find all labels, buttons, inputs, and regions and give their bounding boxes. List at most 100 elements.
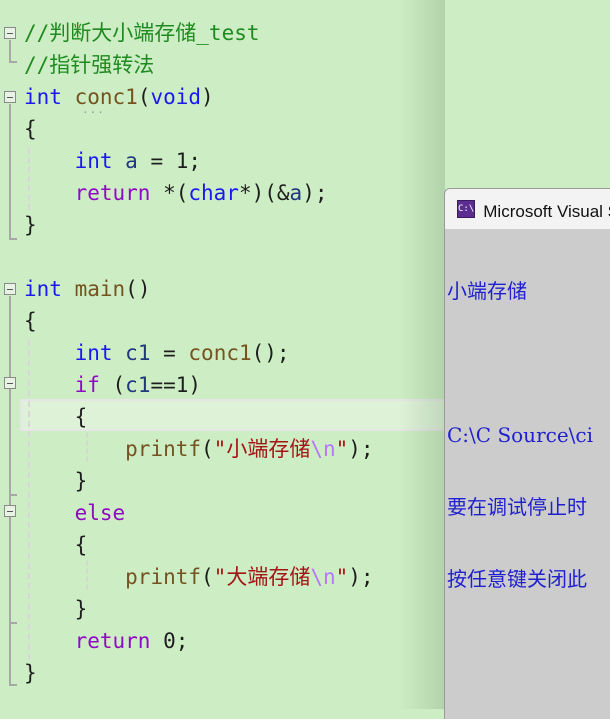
code-token: printf [125, 437, 202, 461]
code-token: a [125, 149, 138, 173]
code-token: { [24, 533, 88, 557]
code-token: ) [201, 85, 214, 109]
console-output: 小端存储 C:\C Source\ci 要在调试停止时 按任意键关闭此 [445, 229, 610, 639]
code-token: char [188, 181, 239, 205]
code-token: "大端存储 [213, 565, 311, 589]
code-line[interactable]: { [24, 401, 88, 433]
code-token: //指针强转法 [24, 53, 155, 77]
code-line[interactable]: return *(char*)(&a); [24, 177, 328, 209]
code-token: ( [99, 373, 126, 397]
collapse-if-icon[interactable] [4, 377, 16, 389]
collapse-main-icon[interactable] [4, 283, 16, 295]
code-token: { [24, 309, 37, 333]
code-token: int [24, 85, 62, 109]
code-token: a [289, 181, 303, 205]
code-token: = [150, 341, 189, 365]
console-line: C:\C Source\ci [447, 423, 593, 447]
collapse-comment-icon[interactable] [4, 27, 16, 39]
console-line: 按任意键关闭此 [447, 567, 587, 591]
console-app-icon: C:\ [457, 200, 476, 218]
code-line[interactable]: { [24, 305, 37, 337]
console-line: 要在调试停止时 [447, 495, 587, 519]
code-line[interactable]: printf("大端存储\n"); [24, 561, 373, 593]
code-token: *)(& [238, 181, 290, 205]
code-line[interactable]: } [24, 209, 37, 241]
code-token: ( [201, 565, 214, 589]
console-line: 小端存储 [447, 279, 527, 303]
outline-bar-end [9, 684, 17, 686]
code-token: ( [137, 85, 151, 109]
code-token: else [74, 501, 126, 525]
outline-bar-end [9, 61, 17, 63]
code-line[interactable]: //判断大小端存储_test [24, 17, 260, 49]
code-token: int [24, 277, 62, 301]
code-token: c1 [125, 341, 151, 365]
outline-bar [9, 296, 11, 686]
code-token: } [24, 469, 88, 493]
code-line[interactable]: if (c1==1) [24, 369, 201, 401]
code-token: main [74, 277, 126, 301]
code-line[interactable]: int c1 = conc1(); [24, 337, 290, 369]
code-token: return [74, 181, 151, 205]
code-token: return [74, 629, 151, 653]
code-token: int [74, 341, 113, 365]
code-token: } [24, 661, 37, 685]
code-token: { [24, 405, 88, 429]
code-token: *( [150, 181, 189, 205]
collapse-hint: ... [82, 103, 105, 116]
code-token: printf [125, 565, 202, 589]
code-token: c1 [125, 373, 151, 397]
outline-bar-end [9, 238, 17, 240]
outline-bar [9, 104, 11, 240]
code-token: ==1) [150, 373, 202, 397]
code-token: } [24, 597, 88, 621]
console-title: Microsoft Visual Studio 调试控制台 [483, 201, 610, 221]
outline-bar [9, 40, 11, 62]
code-token: ); [302, 181, 328, 205]
code-token: (); [251, 341, 290, 365]
debug-console-window[interactable]: C:\ Microsoft Visual Studio 调试控制台 小端存储 C… [444, 188, 610, 719]
code-token: int [74, 149, 113, 173]
code-line[interactable]: } [24, 593, 88, 625]
code-line[interactable]: { [24, 529, 88, 561]
outline-bar-end [9, 622, 17, 624]
outline-bar-end [9, 494, 17, 496]
code-line[interactable]: printf("小端存储\n"); [24, 433, 373, 465]
code-token: "小端存储 [213, 437, 311, 461]
code-line[interactable]: { [24, 113, 37, 145]
code-line[interactable]: else [24, 497, 126, 529]
code-line[interactable]: int a = 1; [24, 145, 201, 177]
code-token: () [125, 277, 151, 301]
collapse-else-icon[interactable] [4, 505, 16, 517]
code-token: { [24, 117, 37, 141]
code-token: 0; [150, 629, 189, 653]
code-token: ( [201, 437, 214, 461]
code-line[interactable]: } [24, 657, 37, 689]
window-shadow [330, 0, 445, 709]
collapse-conc1-icon[interactable] [4, 91, 16, 103]
code-line[interactable]: return 0; [24, 625, 189, 657]
code-token: //判断大小端存储_test [24, 21, 260, 45]
code-token: void [150, 85, 202, 109]
code-line[interactable]: int conc1(void) [24, 81, 214, 113]
code-line[interactable]: //指针强转法 [24, 49, 154, 81]
code-token: conc1 [188, 341, 252, 365]
code-token: if [74, 373, 100, 397]
console-titlebar[interactable]: C:\ Microsoft Visual Studio 调试控制台 [445, 189, 610, 229]
code-token: } [24, 213, 37, 237]
code-line[interactable]: } [24, 465, 88, 497]
code-line[interactable]: int main() [24, 273, 150, 305]
